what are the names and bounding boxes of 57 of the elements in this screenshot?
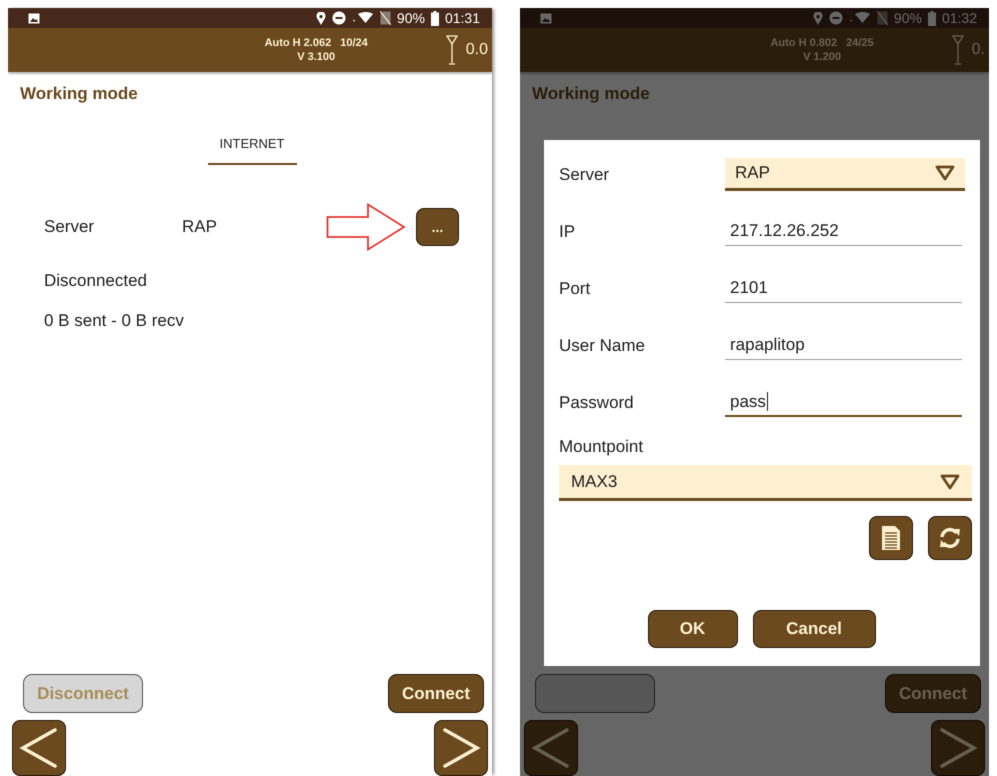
battery-percent: 90% xyxy=(894,10,922,26)
dropdown-triangle-icon xyxy=(935,165,955,181)
connection-status: Disconnected xyxy=(44,271,148,291)
satellite-count: 24/25 xyxy=(846,36,874,50)
input-field[interactable]: 217.12.26.252 xyxy=(725,218,962,246)
refresh-button[interactable] xyxy=(928,516,972,560)
battery-icon xyxy=(430,10,439,26)
document-button[interactable] xyxy=(869,516,913,560)
more-button[interactable]: ... xyxy=(416,208,459,246)
field-label: IP xyxy=(559,222,576,242)
dropdown[interactable]: RAP xyxy=(725,158,965,191)
wifi-icon xyxy=(352,12,374,24)
field-label: User Name xyxy=(559,336,646,356)
horizontal-precision: Auto H 0.802 xyxy=(770,36,838,50)
back-button[interactable] xyxy=(12,720,66,776)
refresh-icon xyxy=(937,525,963,551)
clock-time: 01:31 xyxy=(444,10,480,26)
do-not-disturb-icon xyxy=(332,11,346,25)
antenna-pole-icon xyxy=(952,35,964,65)
cancel-button[interactable]: Cancel xyxy=(752,610,876,648)
location-icon xyxy=(812,12,823,24)
wifi-icon xyxy=(848,12,871,24)
location-icon xyxy=(316,12,326,24)
server-label: Server xyxy=(44,217,96,237)
horizontal-precision: Auto H 2.062 xyxy=(264,36,332,50)
document-icon xyxy=(881,525,901,551)
dropdown-triangle-icon xyxy=(940,474,960,490)
pole-height: 0. xyxy=(972,41,985,59)
input-field[interactable]: 2101 xyxy=(725,274,962,302)
tab[interactable]: INTERNET xyxy=(208,136,296,165)
next-button[interactable] xyxy=(434,720,488,776)
traffic-counter: 0 B sent - 0 B recv xyxy=(44,311,185,331)
field-label: Server xyxy=(559,164,610,184)
clock-time: 01:32 xyxy=(942,10,977,26)
ok-button[interactable]: OK xyxy=(648,610,738,648)
battery-icon xyxy=(928,10,936,26)
satellite-count: 10/24 xyxy=(340,36,368,50)
pole-height: 0.0 xyxy=(466,41,488,59)
no-sim-icon xyxy=(876,11,888,25)
image-icon xyxy=(540,12,552,24)
no-sim-icon xyxy=(380,11,391,25)
antenna-pole-icon xyxy=(446,35,458,65)
vertical-precision: V 3.100 xyxy=(297,50,336,64)
battery-percent: 90% xyxy=(396,10,425,26)
do-not-disturb-icon xyxy=(828,11,843,25)
page-title: Working mode xyxy=(20,84,139,104)
field-label: Mountpoint xyxy=(559,437,644,457)
image-icon xyxy=(28,12,40,24)
field-label: Port xyxy=(559,278,592,298)
input-field[interactable]: rapaplitop xyxy=(725,332,962,360)
input-field[interactable]: pass xyxy=(725,388,962,416)
dropdown[interactable]: MAX3 xyxy=(559,465,972,501)
page-title: Working mode xyxy=(532,84,651,104)
vertical-precision: V 1.200 xyxy=(803,50,842,64)
connect-button[interactable]: Connect xyxy=(388,674,484,713)
server-value: RAP xyxy=(182,217,217,237)
field-label: Password xyxy=(559,392,635,412)
